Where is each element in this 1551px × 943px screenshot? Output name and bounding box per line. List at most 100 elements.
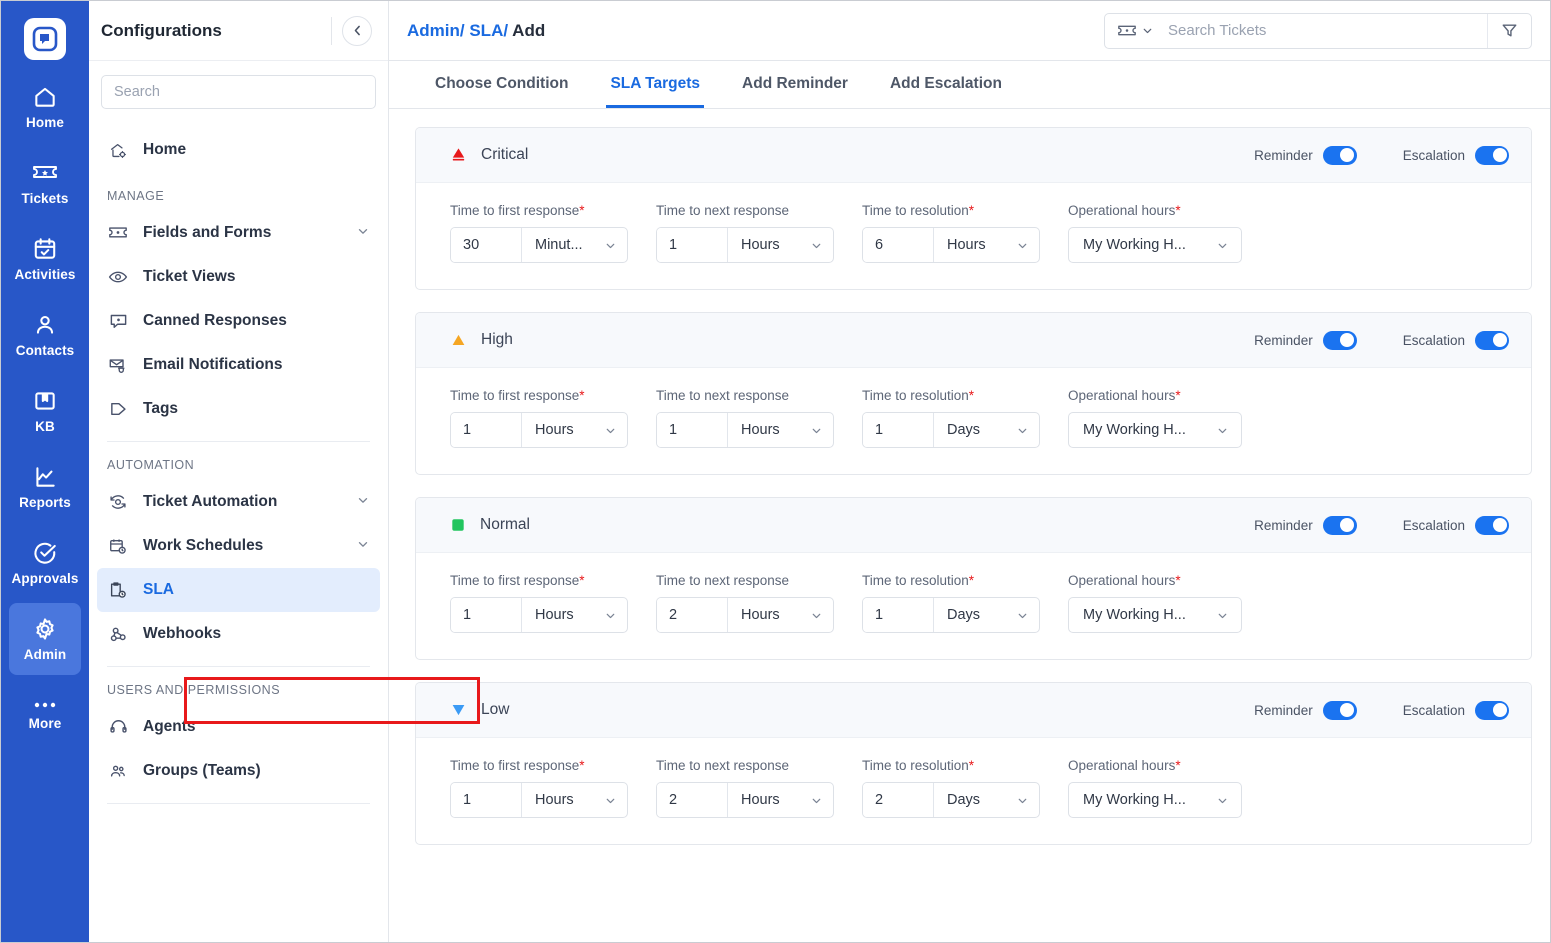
field-label: Operational hours* <box>1068 573 1181 588</box>
escalation-toggle[interactable] <box>1475 330 1509 350</box>
nav-item-agents[interactable]: Agents <box>97 705 380 749</box>
nav-item-ticket-views[interactable]: Ticket Views <box>97 255 380 299</box>
field-next-response: Time to next response Hours <box>656 758 834 818</box>
nav-item-webhooks[interactable]: Webhooks <box>97 612 380 656</box>
field-label: Time to first response* <box>450 388 585 403</box>
next-response-value[interactable] <box>657 783 727 817</box>
first-response-unit-select[interactable]: Hours <box>522 413 627 447</box>
nav-item-sla[interactable]: SLA <box>97 568 380 612</box>
nav-item-canned-responses[interactable]: Canned Responses <box>97 299 380 343</box>
first-response-combo: Hours <box>450 412 628 448</box>
operational-hours-select[interactable]: My Working H... <box>1068 412 1242 448</box>
next-response-unit-select[interactable]: Hours <box>728 413 833 447</box>
rail-item-reports[interactable]: Reports <box>9 451 81 523</box>
first-response-unit-select[interactable]: Hours <box>522 783 627 817</box>
chevron-down-icon[interactable] <box>356 493 370 512</box>
rail-item-home[interactable]: Home <box>9 71 81 143</box>
resolution-unit-select[interactable]: Days <box>934 413 1039 447</box>
collapse-panel-button[interactable] <box>342 15 372 46</box>
resolution-value[interactable] <box>863 413 933 447</box>
next-response-unit-select[interactable]: Hours <box>728 783 833 817</box>
operational-hours-value: My Working H... <box>1083 237 1186 253</box>
next-response-value[interactable] <box>657 413 727 447</box>
escalation-toggle[interactable] <box>1475 700 1509 720</box>
operational-hours-select[interactable]: My Working H... <box>1068 782 1242 818</box>
nav-item-work-schedules[interactable]: Work Schedules <box>97 524 380 568</box>
field-label: Time to first response* <box>450 573 585 588</box>
first-response-value[interactable] <box>451 598 521 632</box>
nav-item-label: Tags <box>143 400 179 417</box>
card-toggles: Reminder Escalation <box>1254 515 1509 535</box>
sla-targets-content: Critical Reminder Escalation Time to fir… <box>389 109 1550 942</box>
reminder-toggle[interactable] <box>1322 330 1357 350</box>
nav-item-ticket-automation[interactable]: Ticket Automation <box>97 480 380 524</box>
nav-item-label: Work Schedules <box>143 537 264 554</box>
tab-add-escalation[interactable]: Add Escalation <box>886 75 1006 108</box>
resolution-value[interactable] <box>863 228 933 262</box>
nav-item-groups-teams[interactable]: Groups (Teams) <box>97 749 380 793</box>
field-first-response: Time to first response* Hours <box>450 758 628 818</box>
nav-item-tags[interactable]: Tags <box>97 387 380 431</box>
field-first-response: Time to first response* Minut... <box>450 203 628 263</box>
breadcrumb-admin[interactable]: Admin/ <box>407 21 465 40</box>
critical-cone-icon <box>452 148 465 161</box>
calendar-check-icon <box>34 238 56 259</box>
reminder-toggle[interactable] <box>1322 145 1357 165</box>
nav-item-fields-and-forms[interactable]: Fields and Forms <box>97 211 380 255</box>
nav-item-home[interactable]: Home <box>97 127 380 173</box>
tab-add-reminder[interactable]: Add Reminder <box>738 75 852 108</box>
unit-value: Days <box>947 422 981 438</box>
next-response-combo: Hours <box>656 597 834 633</box>
chat-bubble-logo <box>24 18 66 60</box>
first-response-unit-select[interactable]: Hours <box>522 598 627 632</box>
next-response-unit-select[interactable]: Hours <box>728 228 833 262</box>
rail-item-activities[interactable]: Activities <box>9 223 81 295</box>
section-label-manage: MANAGE <box>107 189 165 203</box>
reminder-label: Reminder <box>1254 147 1313 163</box>
next-response-value[interactable] <box>657 228 727 262</box>
resolution-unit-select[interactable]: Days <box>934 598 1039 632</box>
resolution-unit-select[interactable]: Hours <box>934 228 1039 262</box>
rail-item-label: More <box>28 716 62 731</box>
escalation-toggle[interactable] <box>1475 515 1509 535</box>
escalation-toggle[interactable] <box>1475 145 1509 165</box>
breadcrumb-sla[interactable]: SLA/ <box>469 21 508 40</box>
rail-item-approvals[interactable]: Approvals <box>9 527 81 599</box>
first-response-value[interactable] <box>451 413 521 447</box>
resolution-value[interactable] <box>863 783 933 817</box>
resolution-value[interactable] <box>863 598 933 632</box>
rail-item-contacts[interactable]: Contacts <box>9 299 81 371</box>
field-label: Time to resolution* <box>862 203 975 218</box>
next-response-value[interactable] <box>657 598 727 632</box>
reminder-label: Reminder <box>1254 332 1313 348</box>
card-header: High Reminder Escalation <box>416 313 1531 368</box>
search-type-selector[interactable] <box>1105 23 1162 38</box>
chevron-down-icon[interactable] <box>356 224 370 243</box>
rail-item-more[interactable]: More <box>9 679 81 751</box>
operational-hours-select[interactable]: My Working H... <box>1068 227 1242 263</box>
first-response-value[interactable] <box>451 228 521 262</box>
unit-value: Hours <box>535 607 574 623</box>
first-response-unit-select[interactable]: Minut... <box>522 228 627 262</box>
reminder-toggle[interactable] <box>1322 700 1357 720</box>
reminder-toggle[interactable] <box>1322 515 1357 535</box>
search-input[interactable] <box>1162 13 1487 48</box>
operational-hours-select[interactable]: My Working H... <box>1068 597 1242 633</box>
field-operational-hours: Operational hours* My Working H... <box>1068 203 1242 263</box>
chevron-down-icon[interactable] <box>356 537 370 556</box>
chevron-down-icon <box>812 243 821 248</box>
rail-item-tickets[interactable]: Tickets <box>9 147 81 219</box>
nav-item-email-notifications[interactable]: Email Notifications <box>97 343 380 387</box>
next-response-unit-select[interactable]: Hours <box>728 598 833 632</box>
first-response-value[interactable] <box>451 783 521 817</box>
app-logo[interactable] <box>1 9 89 69</box>
tab-choose-condition[interactable]: Choose Condition <box>431 75 572 108</box>
filter-button[interactable] <box>1487 13 1531 48</box>
tab-sla-targets[interactable]: SLA Targets <box>606 75 705 108</box>
resolution-unit-select[interactable]: Days <box>934 783 1039 817</box>
rail-item-kb[interactable]: KB <box>9 375 81 447</box>
config-search-input[interactable] <box>101 75 376 109</box>
configurations-nav: Home MANAGE Fields and Forms Ticket View… <box>89 119 388 942</box>
reminder-label: Reminder <box>1254 702 1313 718</box>
rail-item-admin[interactable]: Admin <box>9 603 81 675</box>
